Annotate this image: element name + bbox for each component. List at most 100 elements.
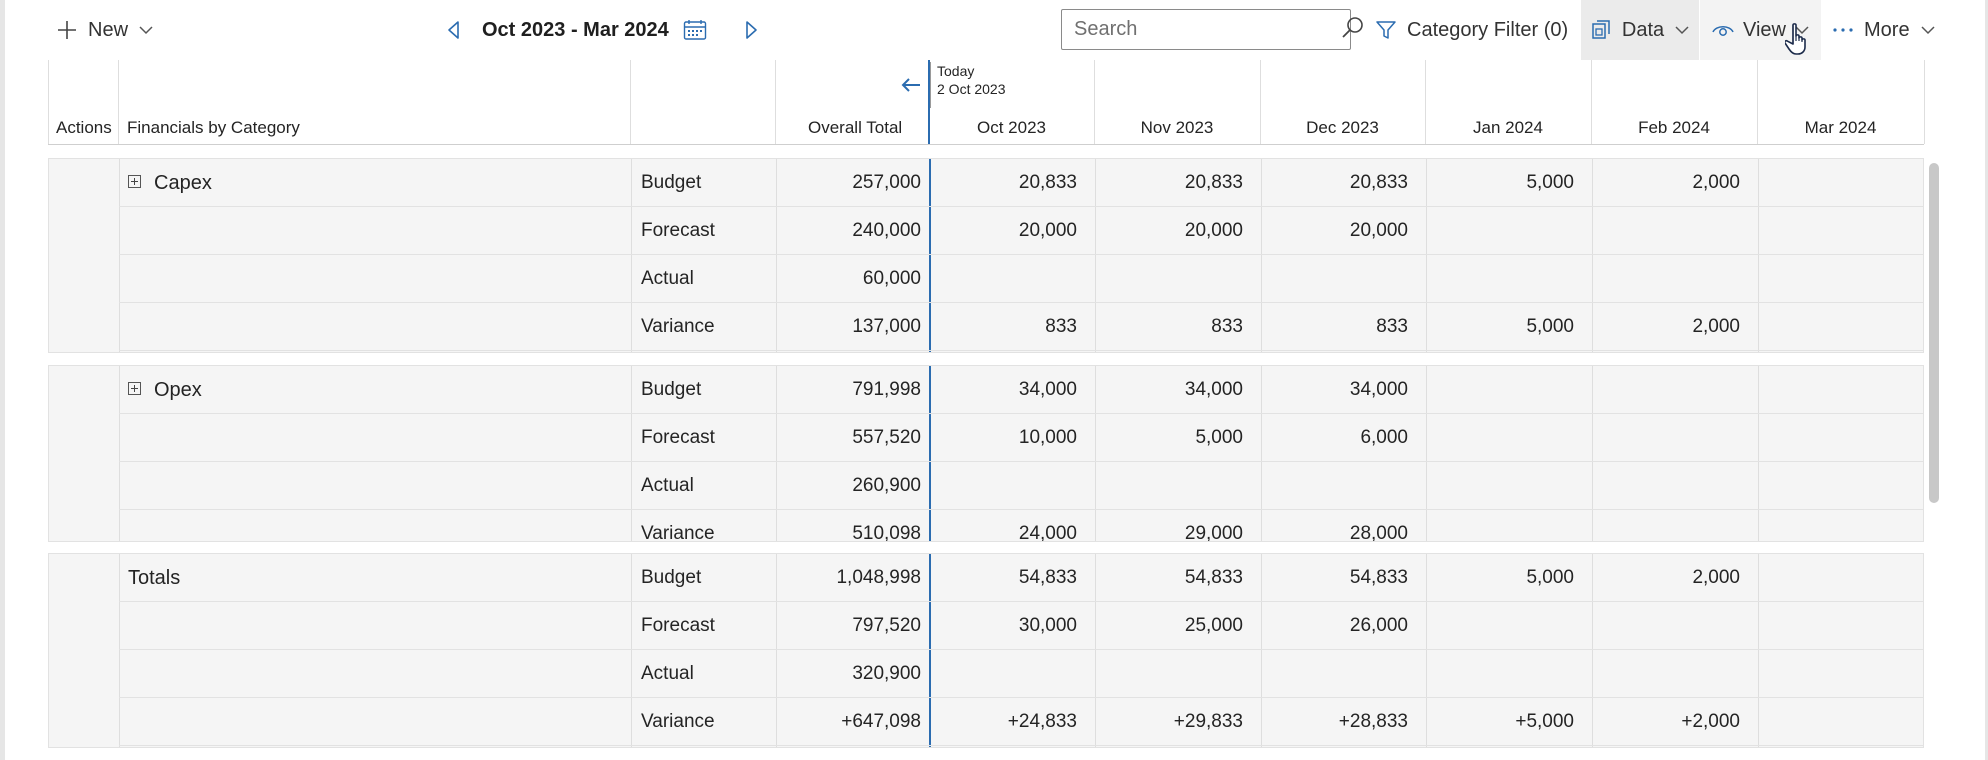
- month-value-cell[interactable]: 34,000: [1095, 366, 1243, 414]
- month-value-cell[interactable]: 20,833: [1261, 159, 1408, 207]
- overall-total-cell: 791,998: [852, 379, 921, 400]
- month-value-cell[interactable]: [1592, 255, 1740, 303]
- financials-column-header[interactable]: Financials by Category: [127, 118, 300, 138]
- month-value-cell[interactable]: 54,833: [1261, 554, 1408, 602]
- month-value-cell[interactable]: 25,000: [1095, 602, 1243, 650]
- month-value-cell[interactable]: [1261, 650, 1408, 698]
- month-value-cell[interactable]: [1758, 650, 1907, 698]
- month-value-cell[interactable]: 26,000: [1261, 602, 1408, 650]
- table-row: Budget 257,000 20,833 20,833 20,833 5,000 2,00…: [119, 159, 1923, 207]
- overall-total-column-header: Overall Total: [808, 118, 903, 137]
- month-value-cell[interactable]: [1592, 414, 1740, 462]
- month-column-header: Mar 2024: [1804, 118, 1877, 137]
- new-button[interactable]: New: [56, 0, 154, 60]
- month-value-cell[interactable]: [1758, 255, 1907, 303]
- month-value-cell[interactable]: [1592, 366, 1740, 414]
- month-value-cell[interactable]: 6,000: [1261, 414, 1408, 462]
- month-value-cell[interactable]: [1758, 159, 1907, 207]
- search-icon[interactable]: [1341, 15, 1365, 45]
- next-period-button[interactable]: [743, 20, 759, 40]
- previous-period-button[interactable]: [446, 20, 462, 40]
- month-value-cell[interactable]: [1758, 510, 1907, 541]
- month-value-cell[interactable]: [1426, 602, 1574, 650]
- month-value-cell[interactable]: [1426, 207, 1574, 255]
- month-value-cell[interactable]: 28,000: [1261, 510, 1408, 541]
- month-value-cell[interactable]: 5,000: [1426, 554, 1574, 602]
- month-column-header: Feb 2024: [1638, 118, 1710, 137]
- month-value-cell[interactable]: 10,000: [930, 414, 1077, 462]
- month-value-cell[interactable]: +24,833: [930, 698, 1077, 746]
- month-value-cell[interactable]: 20,833: [930, 159, 1077, 207]
- overall-total-cell: 260,900: [852, 475, 921, 496]
- month-value-cell[interactable]: +2,000: [1592, 698, 1740, 746]
- month-value-cell[interactable]: 24,000: [930, 510, 1077, 541]
- month-value-cell[interactable]: [1095, 650, 1243, 698]
- month-value-cell[interactable]: +5,000: [1426, 698, 1574, 746]
- measure-label: Budget: [641, 567, 702, 588]
- month-value-cell[interactable]: [1426, 510, 1574, 541]
- data-icon: [1590, 19, 1612, 41]
- month-value-cell[interactable]: [1758, 698, 1907, 746]
- month-value-cell[interactable]: 30,000: [930, 602, 1077, 650]
- more-button[interactable]: More: [1832, 0, 1936, 60]
- month-value-cell[interactable]: 833: [1095, 303, 1243, 351]
- month-value-cell[interactable]: 20,000: [1261, 207, 1408, 255]
- header-column-divider: [1757, 60, 1758, 144]
- month-value-cell[interactable]: 34,000: [1261, 366, 1408, 414]
- arrow-left-icon[interactable]: [901, 78, 921, 97]
- month-value-cell[interactable]: 833: [930, 303, 1077, 351]
- month-value-cell[interactable]: [1426, 462, 1574, 510]
- month-value-cell[interactable]: 2,000: [1592, 554, 1740, 602]
- measure-label: Actual: [641, 663, 694, 684]
- month-value-cell[interactable]: [930, 650, 1077, 698]
- month-value-cell[interactable]: 20,000: [1095, 207, 1243, 255]
- month-value-cell[interactable]: [1592, 207, 1740, 255]
- vertical-scrollbar[interactable]: [1929, 163, 1939, 503]
- month-value-cell[interactable]: 5,000: [1426, 303, 1574, 351]
- month-value-cell[interactable]: [1758, 462, 1907, 510]
- month-value-cell[interactable]: 2,000: [1592, 159, 1740, 207]
- month-value-cell[interactable]: [930, 255, 1077, 303]
- month-value-cell[interactable]: 5,000: [1426, 159, 1574, 207]
- month-value-cell[interactable]: [1758, 303, 1907, 351]
- month-value-cell[interactable]: [1426, 255, 1574, 303]
- month-value-cell[interactable]: 2,000: [1592, 303, 1740, 351]
- month-value-cell[interactable]: +28,833: [1261, 698, 1408, 746]
- calendar-icon[interactable]: [683, 19, 707, 41]
- grid-header: Actions Financials by Category Overall T…: [48, 60, 1924, 145]
- month-value-cell[interactable]: 5,000: [1095, 414, 1243, 462]
- month-value-cell[interactable]: 20,000: [930, 207, 1077, 255]
- month-value-cell[interactable]: [1758, 207, 1907, 255]
- table-row: Forecast 797,520 30,000 25,000 26,000: [119, 602, 1923, 650]
- month-value-cell[interactable]: [1261, 255, 1408, 303]
- month-value-cell[interactable]: [1592, 650, 1740, 698]
- month-value-cell[interactable]: 54,833: [1095, 554, 1243, 602]
- month-value-cell[interactable]: [1758, 554, 1907, 602]
- month-value-cell[interactable]: [1758, 414, 1907, 462]
- month-value-cell[interactable]: 29,000: [1095, 510, 1243, 541]
- month-value-cell[interactable]: [1758, 602, 1907, 650]
- month-value-cell[interactable]: [1592, 462, 1740, 510]
- month-value-cell[interactable]: [1426, 414, 1574, 462]
- month-value-cell[interactable]: 54,833: [930, 554, 1077, 602]
- category-filter-button[interactable]: Category Filter (0): [1375, 0, 1568, 60]
- measure-label: Actual: [641, 268, 694, 289]
- month-value-cell[interactable]: [1095, 255, 1243, 303]
- month-value-cell[interactable]: [1426, 650, 1574, 698]
- month-value-cell[interactable]: +29,833: [1095, 698, 1243, 746]
- search-box[interactable]: [1061, 9, 1363, 50]
- month-value-cell[interactable]: 833: [1261, 303, 1408, 351]
- data-button[interactable]: Data: [1581, 0, 1699, 60]
- month-value-cell[interactable]: [930, 462, 1077, 510]
- search-input[interactable]: [1072, 17, 1341, 42]
- month-value-cell[interactable]: [1426, 366, 1574, 414]
- month-value-cell[interactable]: [1758, 366, 1907, 414]
- month-value-cell[interactable]: [1095, 462, 1243, 510]
- month-value-cell[interactable]: [1592, 510, 1740, 541]
- eye-icon: [1711, 21, 1735, 39]
- month-value-cell[interactable]: [1592, 602, 1740, 650]
- month-value-cell[interactable]: 20,833: [1095, 159, 1243, 207]
- month-value-cell[interactable]: 34,000: [930, 366, 1077, 414]
- measure-label: Actual: [641, 475, 694, 496]
- month-value-cell[interactable]: [1261, 462, 1408, 510]
